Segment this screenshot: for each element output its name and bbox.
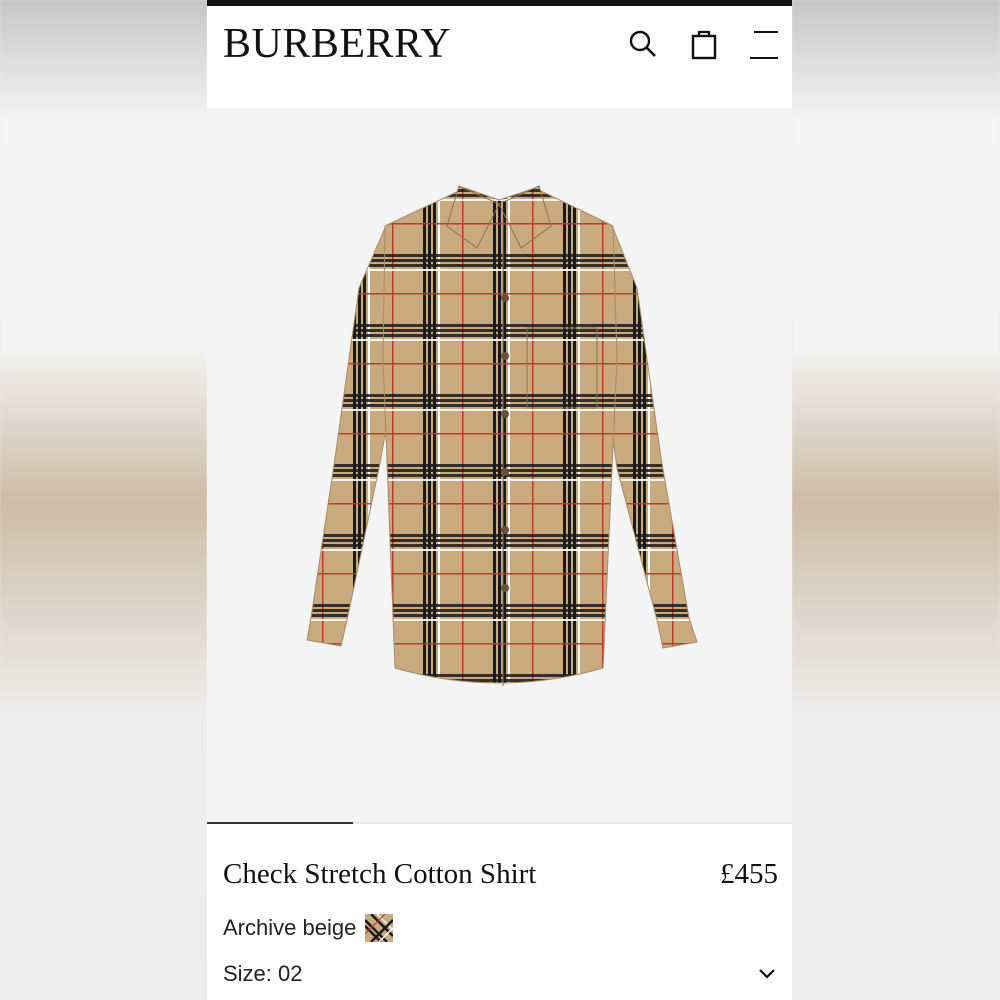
product-title: Check Stretch Cotton Shirt xyxy=(223,858,537,890)
bag-button[interactable] xyxy=(686,26,722,62)
search-icon xyxy=(629,30,656,57)
search-button[interactable] xyxy=(625,26,661,62)
blurred-background-left xyxy=(0,0,207,1000)
colour-selector[interactable]: Archive beige xyxy=(223,914,394,942)
bag-icon xyxy=(691,30,717,60)
menu-button[interactable] xyxy=(746,26,782,62)
site-header: BURBERRY xyxy=(207,6,792,82)
product-info: Check Stretch Cotton Shirt £455 Archive … xyxy=(207,824,792,1000)
check-shirt-image xyxy=(306,185,698,686)
check-swatch-icon[interactable] xyxy=(365,914,394,942)
breadcrumb[interactable] xyxy=(223,74,623,88)
product-page: BURBERRY Check Stretch Cotton Shirt £455… xyxy=(207,0,792,1000)
brand-logo[interactable]: BURBERRY xyxy=(223,20,451,68)
chevron-down-icon[interactable] xyxy=(756,962,778,984)
size-selector[interactable]: Size: 02 xyxy=(223,961,303,987)
menu-icon xyxy=(750,31,778,59)
colour-label: Archive beige xyxy=(223,915,357,940)
product-price: £455 xyxy=(720,858,778,890)
blurred-background-right xyxy=(792,0,1000,1000)
product-image[interactable] xyxy=(207,108,792,824)
